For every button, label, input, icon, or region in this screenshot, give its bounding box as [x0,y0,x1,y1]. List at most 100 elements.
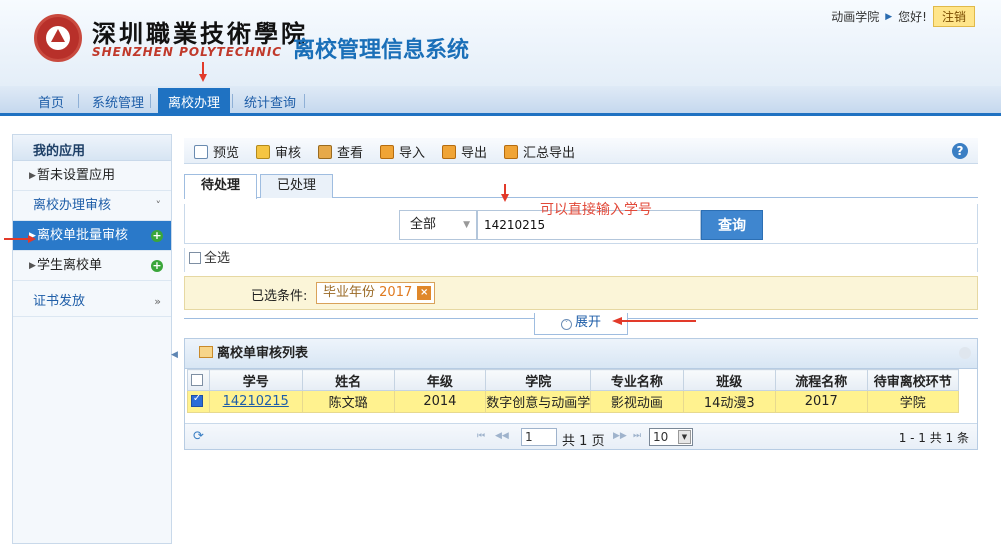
review-table: 学号 姓名 年级 学院 专业名称 班级 流程名称 待审离校环节 14210215… [187,369,960,413]
select-all-checkbox[interactable] [189,252,201,264]
bullet-icon: ▶ [29,171,36,181]
scope-select[interactable]: 全部 ▼ [399,210,477,240]
annotation-arrow-expand-head [612,317,622,325]
nav-leave-process[interactable]: 离校办理 [158,88,231,116]
select-all-label: 全选 [204,251,231,266]
tab-processed[interactable]: 已处理 [260,174,334,198]
logout-button[interactable]: 注销 [932,6,975,27]
user-area: 动画学院 ▶ 您好! 注销 [831,6,975,27]
record-info: 1 - 1 共 1 条 [898,431,969,445]
sidebar-group-leave-review[interactable]: 离校办理审核 ˅ [13,191,171,221]
preview-button[interactable]: 预览 [194,142,239,161]
review-list-grid: 离校单审核列表 学号 姓名 年级 学院 专业名称 班级 流程名称 待审离校环节 … [184,338,978,450]
import-button[interactable]: 导入 [380,142,425,161]
help-icon[interactable]: ? [952,143,968,159]
row-checkbox-cell [187,390,210,413]
selected-conditions: 已选条件: 毕业年份 2017 × [184,276,978,310]
annotation-arrow-nav [202,62,204,74]
annotation-note: 可以直接输入学号 [540,202,652,218]
column-header[interactable]: 流程名称 [774,369,868,391]
sidebar-header: 我的应用 [13,135,171,161]
annotation-arrow-nav-head [199,74,207,82]
review-button[interactable]: 审核 [256,142,301,161]
summary-export-button[interactable]: 汇总导出 [504,142,575,161]
add-icon[interactable]: + [151,260,163,272]
nav-divider [150,94,151,108]
nav-system[interactable]: 系统管理 [92,92,144,111]
toolbar: 预览 审核 查看 导入 导出 汇总导出 ? [184,138,978,164]
row-checkbox[interactable] [190,393,203,407]
table-cell: 学院 [866,390,960,413]
school-name-cn: 深圳職業技術學院 [92,19,308,48]
nav-home[interactable]: 首页 [38,92,64,111]
student-id-link[interactable]: 14210215 [208,390,303,413]
annotation-arrow-sidebar-head [28,235,36,243]
remove-condition-icon[interactable]: × [417,286,432,300]
annotation-arrow-search [504,184,506,194]
annotation-arrow-sidebar [4,238,30,240]
chevron-right-icon: » [154,295,161,308]
column-header[interactable]: 待审离校环节 [866,369,960,391]
column-header[interactable]: 学院 [485,369,592,391]
sidebar-group-certificate[interactable]: 证书发放 » [13,287,171,317]
sidebar: 我的应用 ▶ 暂未设置应用 离校办理审核 ˅ ▶ 离校单批量审核 + ▶ 学生离… [12,134,172,544]
sidebar-item-batch-review[interactable]: ▶ 离校单批量审核 + [13,221,171,251]
page-input[interactable]: 1 [521,428,557,446]
chevron-down-icon: ˅ [560,319,572,330]
table-cell: 2014 [393,390,487,413]
annotation-arrow-expand [622,320,696,322]
view-icon [318,144,332,159]
content-bottom [184,450,978,544]
school-name-en: SHENZHEN POLYTECHNIC [92,45,283,59]
column-header[interactable]: 学号 [208,369,303,391]
query-button[interactable]: 查询 [701,210,763,240]
next-page-icon[interactable]: ▶▶ [613,431,627,441]
export-icon [442,144,456,159]
column-header[interactable]: 专业名称 [590,369,684,391]
select-all-row: 全选 [184,248,978,272]
sidebar-item-no-app[interactable]: ▶ 暂未设置应用 [13,161,171,191]
prev-page-icon[interactable]: ◀◀ [495,431,509,441]
column-header[interactable]: 姓名 [301,369,395,391]
nav-divider [304,94,305,108]
sidebar-group-label: 离校办理审核 [33,198,112,213]
condition-chip: 毕业年份 2017 × [316,282,436,304]
user-name[interactable]: 动画学院 [831,8,879,25]
add-icon[interactable]: + [151,230,163,242]
tab-strip: 待处理 已处理 [184,172,978,199]
nav-divider [78,94,79,108]
view-button[interactable]: 查看 [318,142,363,161]
chevron-down-icon: ▼ [678,430,691,444]
header-checkbox[interactable] [190,373,203,386]
table-cell: 14动漫3 [682,390,776,413]
greeting: 您好! [898,10,927,24]
collapse-panel-icon[interactable] [959,347,971,359]
chevron-down-icon: ˅ [155,199,162,212]
school-seal-logo [34,14,82,62]
sidebar-item-label: 学生离校单 [37,258,103,273]
column-header[interactable]: 年级 [393,369,487,391]
preview-icon [194,144,208,159]
total-pages-text: 共 1 页 [562,434,605,449]
table-row[interactable]: 14210215 陈文璐 2014 数字创意与动画学 影视动画 14动漫3 20… [187,390,960,413]
edit-icon [256,144,270,159]
table-cell: 陈文璐 [301,390,395,413]
first-page-icon[interactable]: ⏮ [477,431,485,441]
last-page-icon[interactable]: ⏭ [633,431,641,441]
export-button[interactable]: 导出 [442,142,487,161]
main-nav: 首页 系统管理 离校办理 统计查询 [0,86,1001,116]
refresh-icon[interactable]: ⟳ [193,429,204,444]
column-header[interactable]: 班级 [682,369,776,391]
sidebar-item-label: 离校单批量审核 [37,228,129,243]
sidebar-group-label: 证书发放 [33,294,86,309]
page-size-select[interactable]: 10 ▼ [649,428,693,446]
nav-statistics[interactable]: 统计查询 [244,92,296,111]
sidebar-item-student-leave[interactable]: ▶ 学生离校单 + [13,251,171,281]
header: 深圳職業技術學院 SHENZHEN POLYTECHNIC 离校管理信息系统 动… [0,0,1001,86]
list-edit-icon [199,346,213,358]
grid-title: 离校单审核列表 [185,339,977,369]
tab-pending[interactable]: 待处理 [184,174,258,199]
sidebar-collapse-icon[interactable]: ◀ [171,350,179,370]
annotation-arrow-search-head [501,194,509,202]
conditions-label: 已选条件: [251,289,308,304]
